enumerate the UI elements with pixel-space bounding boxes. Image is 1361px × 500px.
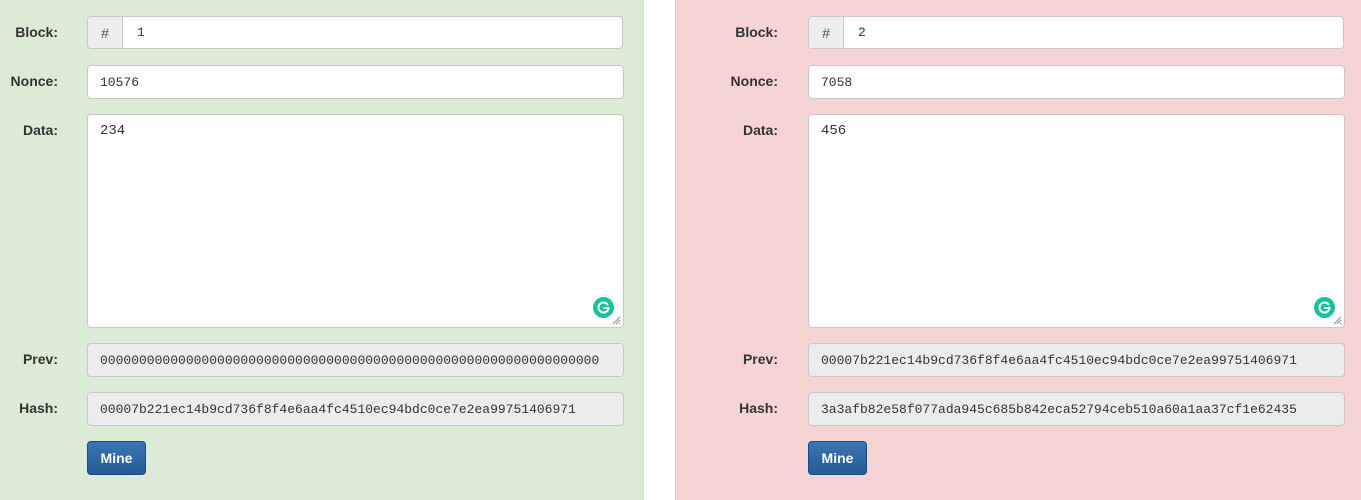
grammarly-icon[interactable] [1314, 297, 1335, 318]
prev-label: Prev: [22, 351, 58, 367]
data-text: 456 [821, 123, 847, 139]
block-number-input[interactable]: 1 [123, 17, 622, 48]
nonce-label: Nonce: [730, 73, 778, 89]
resize-handle-icon[interactable] [1333, 316, 1342, 325]
hash-label: Hash: [739, 400, 778, 416]
block-number-field[interactable]: # 1 [87, 16, 623, 49]
data-text: 234 [100, 123, 126, 139]
block-panel-2: Block: # 2 Nonce: 7058 Data: 456 Prev: 0… [675, 0, 1361, 500]
mine-button[interactable]: Mine [87, 441, 146, 475]
nonce-label: Nonce: [10, 73, 58, 89]
hash-addon: # [809, 17, 844, 48]
data-textarea[interactable]: 234 [87, 114, 624, 328]
block-label: Block: [15, 24, 58, 40]
resize-handle-icon[interactable] [612, 316, 621, 325]
prev-hash-field: 0000000000000000000000000000000000000000… [87, 343, 624, 377]
data-label: Data: [22, 122, 58, 138]
hash-field: 00007b221ec14b9cd736f8f4e6aa4fc4510ec94b… [87, 392, 624, 426]
data-textarea[interactable]: 456 [808, 114, 1345, 328]
prev-hash-field: 00007b221ec14b9cd736f8f4e6aa4fc4510ec94b… [808, 343, 1345, 377]
hash-label: Hash: [19, 400, 58, 416]
nonce-input[interactable]: 7058 [808, 65, 1345, 99]
grammarly-icon[interactable] [593, 297, 614, 318]
mine-button[interactable]: Mine [808, 441, 867, 475]
hash-field: 3a3afb82e58f077ada945c685b842eca52794ceb… [808, 392, 1345, 426]
hash-addon: # [88, 17, 123, 48]
block-label: Block: [735, 24, 778, 40]
block-panel-1: Block: # 1 Nonce: 10576 Data: 234 Prev: … [0, 0, 644, 500]
block-number-field[interactable]: # 2 [808, 16, 1344, 49]
prev-label: Prev: [742, 351, 778, 367]
data-label: Data: [742, 122, 778, 138]
nonce-input[interactable]: 10576 [87, 65, 624, 99]
block-number-input[interactable]: 2 [844, 17, 1343, 48]
